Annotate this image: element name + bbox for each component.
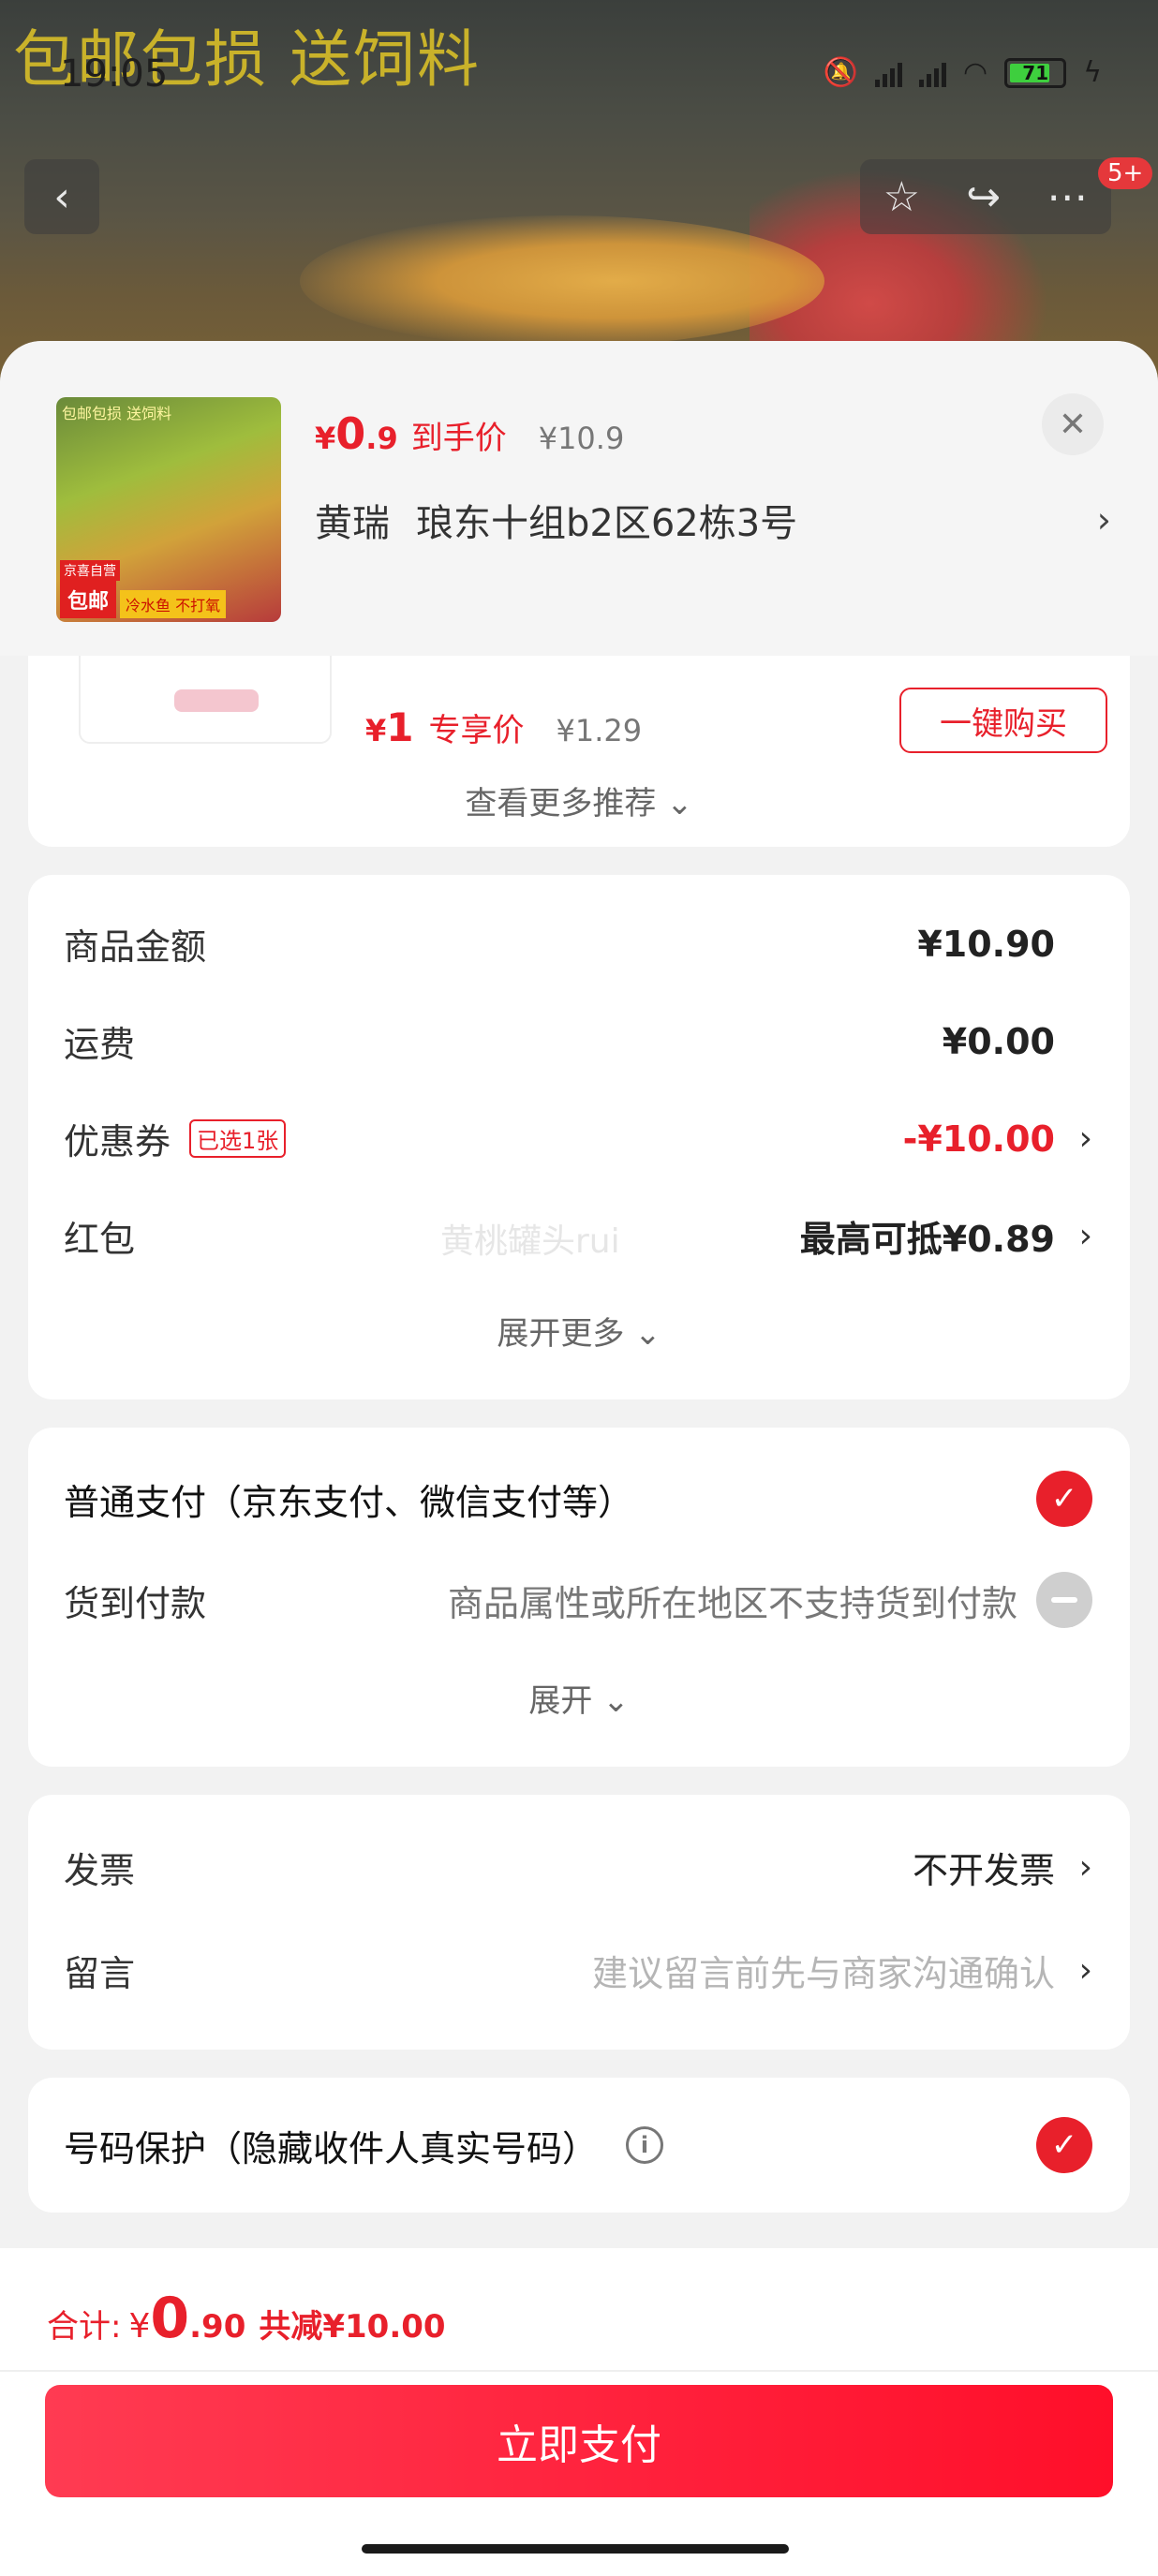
total-label: 合计: xyxy=(47,2308,122,2346)
total-saved: 共减¥10.00 xyxy=(259,2308,446,2346)
status-icons: 🔕 ◠ 71 ϟ xyxy=(824,56,1102,89)
total-int: 0 xyxy=(150,2286,190,2351)
cod-label: 货到付款 xyxy=(64,1582,207,1624)
checkmark-icon[interactable]: ✓ xyxy=(1036,2117,1092,2173)
redpacket-value: 最高可抵¥0.89 xyxy=(799,1219,1055,1260)
thumb-banner: 包邮包损 送饲料 xyxy=(62,405,172,422)
share-icon[interactable]: ↪ xyxy=(966,173,1001,221)
recommendation-original-price: ¥1.29 xyxy=(556,713,643,748)
watermark: 黄桃罐头rui xyxy=(440,1222,620,1261)
coupon-row[interactable]: 优惠券 已选1张 -¥10.00 › xyxy=(64,1113,1092,1164)
sheet-header: 包邮包损 送饲料 京喜自营 包邮 冷水鱼 不打氧 ¥0.9 到手价 ¥10.9 … xyxy=(0,341,1158,656)
expand-more-link[interactable]: 展开更多 ⌄ xyxy=(28,1308,1130,1354)
chevron-right-icon: › xyxy=(1078,1951,1092,1990)
chevron-left-icon: ‹ xyxy=(53,172,70,221)
message-placeholder: 建议留言前先与商家沟通确认 xyxy=(591,1953,1055,1994)
final-price-label: 到手价 xyxy=(410,420,507,457)
goods-amount-label: 商品金额 xyxy=(64,926,207,968)
address-detail: 琅东十组b2区62栋3号 xyxy=(416,502,798,545)
number-protection-card: 号码保护（隐藏收件人真实号码） i ✓ xyxy=(28,2078,1130,2213)
total-currency: ¥ xyxy=(128,2307,151,2346)
payment-method-card: 普通支付（京东支付、微信支付等） ✓ 货到付款 商品属性或所在地区不支持货到付款… xyxy=(28,1428,1130,1767)
goods-amount-row: 商品金额 ¥10.90 xyxy=(64,918,1092,970)
home-indicator xyxy=(362,2544,789,2554)
coupon-label: 优惠券 xyxy=(64,1121,171,1162)
notification-badge: 5+ xyxy=(1098,157,1153,189)
thumb-free-tag: 包邮 xyxy=(60,581,117,618)
divider xyxy=(0,2370,1158,2372)
cod-note: 商品属性或所在地区不支持货到付款 xyxy=(447,1582,1017,1624)
original-price: ¥10.9 xyxy=(538,421,625,456)
final-price: ¥0.9 xyxy=(315,408,398,459)
chevron-right-icon: › xyxy=(1078,1119,1092,1158)
chevron-right-icon: › xyxy=(1078,1848,1092,1887)
recommendation-price-line: ¥1 专享价 ¥1.29 xyxy=(365,704,642,750)
recipient-name: 黄瑞 xyxy=(315,502,390,545)
normal-payment-label: 普通支付（京东支付、微信支付等） xyxy=(64,1481,634,1523)
number-protection-label: 号码保护（隐藏收件人真实号码） xyxy=(64,2127,599,2169)
more-recommendations-link[interactable]: 查看更多推荐 ⌄ xyxy=(28,777,1130,823)
address-selector[interactable]: 黄瑞 琅东十组b2区62栋3号 › xyxy=(315,493,1111,547)
close-icon: ✕ xyxy=(1058,405,1088,444)
charging-icon: ϟ xyxy=(1083,56,1102,89)
product-price-line: ¥0.9 到手价 ¥10.9 xyxy=(315,408,624,459)
shipping-value: ¥0.00 xyxy=(942,1020,1055,1062)
invoice-value: 不开发票 xyxy=(912,1850,1055,1891)
thumb-store-tag: 京喜自营 xyxy=(60,560,120,581)
chevron-right-icon: › xyxy=(1078,1217,1092,1255)
goods-amount-value: ¥10.90 xyxy=(917,923,1055,965)
checkmark-icon[interactable]: ✓ xyxy=(1036,1471,1092,1527)
message-label: 留言 xyxy=(64,1953,136,1994)
status-bar: 19:05 🔕 ◠ 71 ϟ xyxy=(0,0,1158,150)
recommendation-price: ¥1 xyxy=(365,704,414,750)
coupon-selected-tag: 已选1张 xyxy=(189,1119,287,1158)
wifi-icon: ◠ xyxy=(963,56,988,89)
pay-now-button[interactable]: 立即支付 xyxy=(45,2385,1113,2497)
more-icon[interactable]: ⋯ xyxy=(1047,173,1088,221)
top-action-group: ☆ ↪ ⋯ xyxy=(860,159,1111,234)
product-thumbnail[interactable]: 包邮包损 送饲料 京喜自营 包邮 冷水鱼 不打氧 xyxy=(56,397,281,622)
fish-decoration xyxy=(300,215,824,347)
close-button[interactable]: ✕ xyxy=(1042,393,1104,455)
invoice-row[interactable]: 发票 不开发票 › xyxy=(64,1842,1092,1893)
total-line: 合计: ¥ 0 .90 共减¥10.00 xyxy=(47,2286,446,2351)
amounts-card: 商品金额 ¥10.90 运费 ¥0.00 优惠券 已选1张 -¥10.00 › … xyxy=(28,875,1130,1399)
back-button[interactable]: ‹ xyxy=(24,159,99,234)
status-time: 19:05 xyxy=(60,52,169,96)
invoice-card: 发票 不开发票 › 留言 建议留言前先与商家沟通确认 › xyxy=(28,1795,1130,2050)
thumb-fish-tag: 冷水鱼 不打氧 xyxy=(120,590,227,618)
normal-payment-row[interactable]: 普通支付（京东支付、微信支付等） ✓ xyxy=(64,1471,1092,1527)
invoice-label: 发票 xyxy=(64,1850,136,1891)
number-protection-row[interactable]: 号码保护（隐藏收件人真实号码） i ✓ xyxy=(64,2117,1092,2173)
cod-payment-row: 货到付款 商品属性或所在地区不支持货到付款 xyxy=(64,1572,1092,1628)
signal-icon xyxy=(919,59,947,87)
shipping-label: 运费 xyxy=(64,1024,136,1065)
mute-icon: 🔕 xyxy=(823,56,859,89)
recommendation-price-label: 专享价 xyxy=(428,712,525,749)
bottom-bar: 合计: ¥ 0 .90 共减¥10.00 立即支付 xyxy=(0,2248,1158,2576)
chevron-right-icon: › xyxy=(1096,499,1111,540)
info-icon[interactable]: i xyxy=(626,2126,664,2164)
checkout-sheet: 包邮包损 送饲料 京喜自营 包邮 冷水鱼 不打氧 ¥0.9 到手价 ¥10.9 … xyxy=(0,341,1158,2576)
signal-icon xyxy=(875,59,903,87)
one-click-buy-button[interactable]: 一键购买 xyxy=(899,688,1107,753)
coupon-value: -¥10.00 xyxy=(902,1118,1055,1160)
redpacket-label: 红包 xyxy=(64,1219,136,1260)
star-icon[interactable]: ☆ xyxy=(883,173,920,221)
message-row[interactable]: 留言 建议留言前先与商家沟通确认 › xyxy=(64,1945,1092,1996)
total-dec: .90 xyxy=(189,2308,246,2346)
disabled-icon xyxy=(1036,1572,1092,1628)
battery-icon: 71 xyxy=(1004,57,1067,88)
shipping-row: 运费 ¥0.00 xyxy=(64,1015,1092,1067)
expand-payment-link[interactable]: 展开 ⌄ xyxy=(28,1675,1130,1721)
